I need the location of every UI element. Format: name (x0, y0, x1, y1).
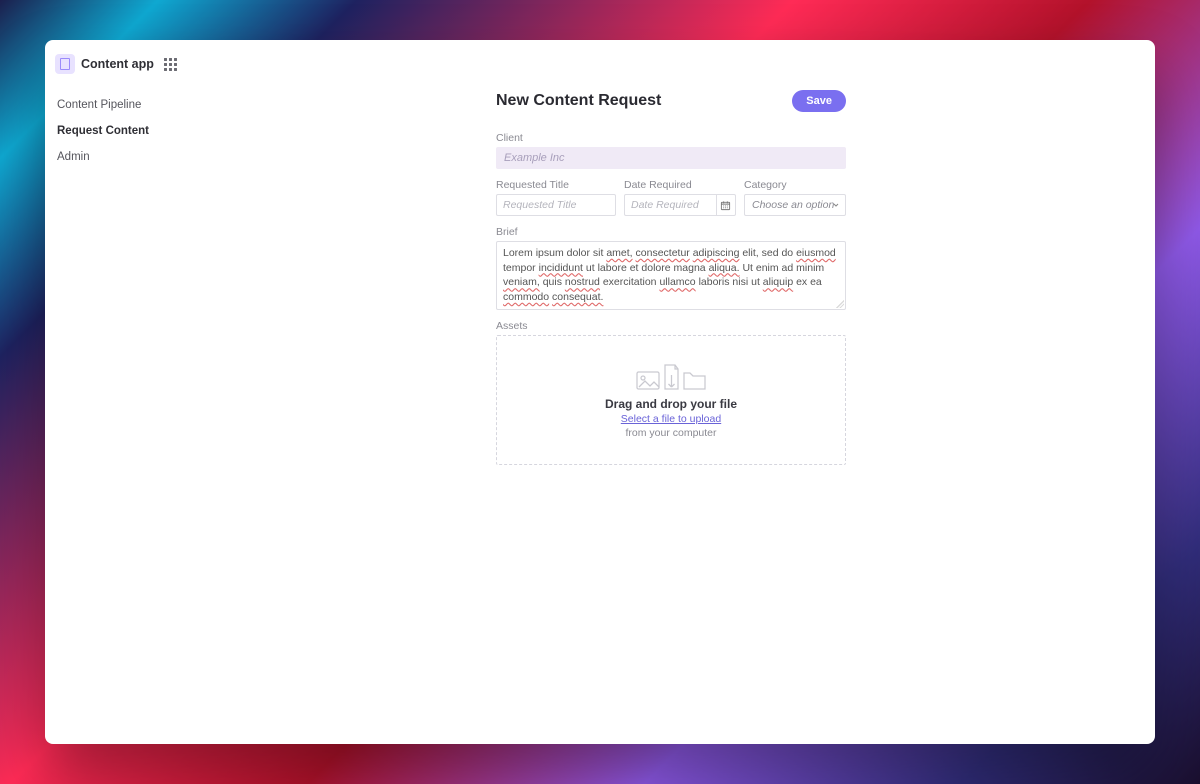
field-requested-title: Requested Title (496, 179, 616, 216)
calendar-button[interactable] (717, 194, 736, 216)
field-category: Category Choose an option (744, 179, 846, 216)
app-title: Content app (81, 57, 158, 71)
category-select[interactable] (744, 194, 846, 216)
title-label: Requested Title (496, 179, 616, 191)
field-date-required: Date Required (624, 179, 736, 216)
field-assets: Assets Drag and drop your file Select a … (496, 320, 846, 465)
date-required-input[interactable] (624, 194, 717, 216)
nav-item-admin[interactable]: Admin (45, 144, 187, 170)
page-title: New Content Request (496, 92, 661, 110)
upload-illustration-icon (635, 361, 707, 395)
field-client: Client Example Inc (496, 132, 846, 169)
apps-grid-icon[interactable] (164, 58, 177, 71)
requested-title-input[interactable] (496, 194, 616, 216)
calendar-icon (720, 200, 731, 211)
app-window: Content app Content Pipeline Request Con… (45, 40, 1155, 744)
resize-handle-icon[interactable] (836, 300, 844, 308)
nav-item-request-content[interactable]: Request Content (45, 118, 187, 144)
save-button[interactable]: Save (792, 90, 846, 112)
content-request-form: New Content Request Save Client Example … (496, 90, 846, 744)
nav-list: Content Pipeline Request Content Admin (45, 92, 187, 170)
dropzone-subtext: from your computer (625, 427, 716, 439)
document-icon (60, 58, 70, 70)
date-label: Date Required (624, 179, 736, 191)
form-header: New Content Request Save (496, 90, 846, 112)
brief-textarea[interactable]: Lorem ipsum dolor sit amet, consectetur … (496, 241, 846, 310)
nav-item-content-pipeline[interactable]: Content Pipeline (45, 92, 187, 118)
row-title-date-category: Requested Title Date Required (496, 179, 846, 216)
dropzone-select-link[interactable]: Select a file to upload (621, 413, 721, 425)
app-logo (55, 54, 75, 74)
assets-dropzone[interactable]: Drag and drop your file Select a file to… (496, 335, 846, 465)
client-label: Client (496, 132, 846, 144)
main-content: New Content Request Save Client Example … (187, 40, 1155, 744)
brief-label: Brief (496, 226, 846, 238)
dropzone-title: Drag and drop your file (605, 397, 737, 411)
app-header: Content app (45, 54, 187, 92)
assets-label: Assets (496, 320, 846, 332)
field-brief: Brief Lorem ipsum dolor sit amet, consec… (496, 226, 846, 310)
sidebar: Content app Content Pipeline Request Con… (45, 40, 187, 744)
category-label: Category (744, 179, 846, 191)
client-readonly: Example Inc (496, 147, 846, 169)
